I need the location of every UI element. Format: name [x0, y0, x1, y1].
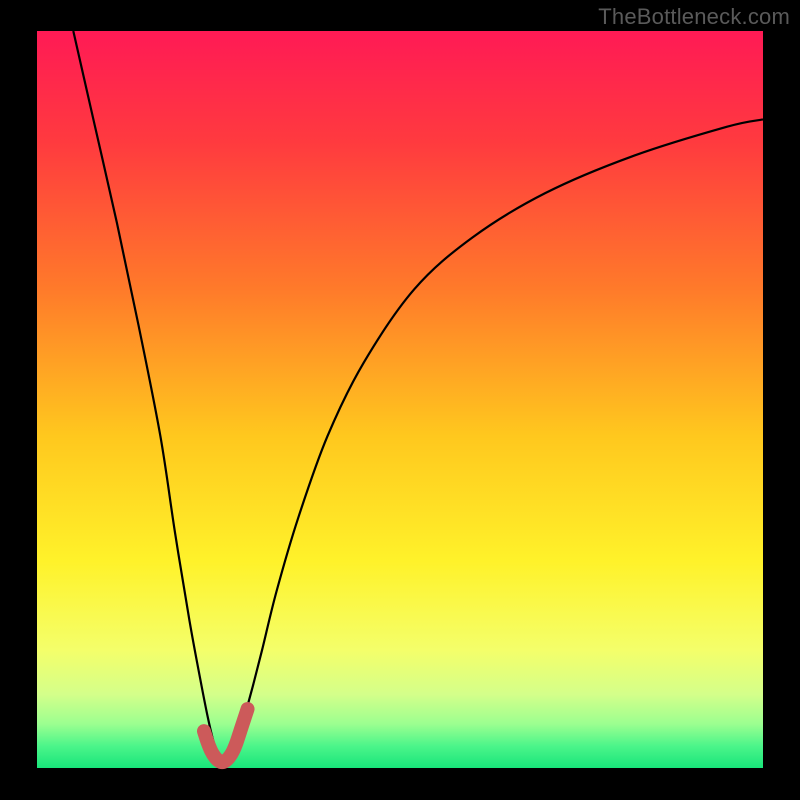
plot-background	[37, 31, 763, 768]
bottleneck-chart	[0, 0, 800, 800]
chart-frame: TheBottleneck.com	[0, 0, 800, 800]
